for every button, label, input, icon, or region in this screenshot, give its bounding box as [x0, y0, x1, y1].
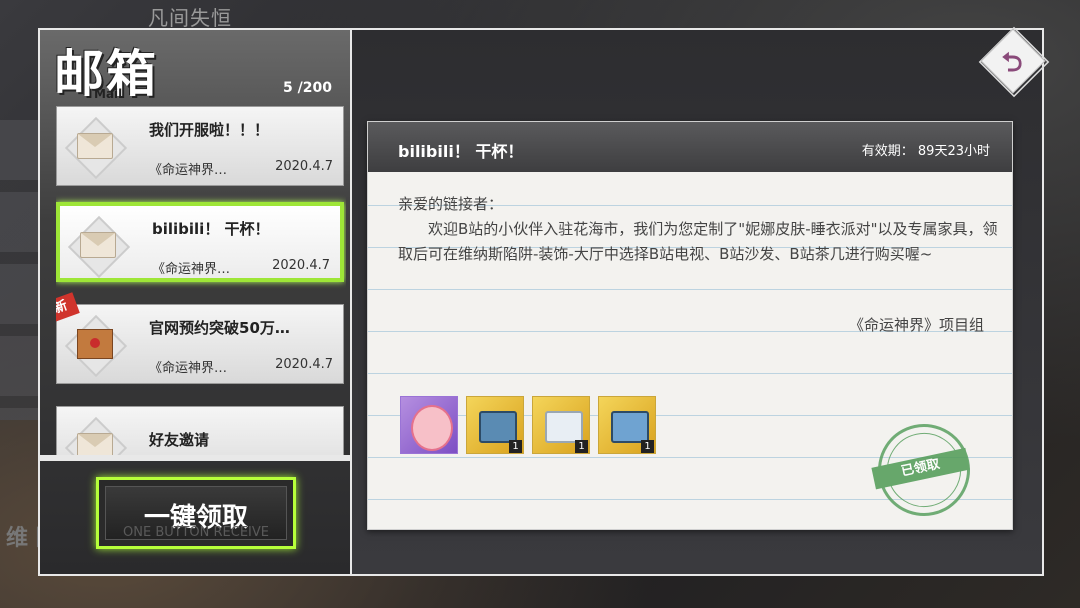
envelope-shape	[80, 232, 116, 258]
letter-validity: 有效期： 89天23小时	[862, 140, 990, 159]
receive-all-button[interactable]: 一键领取 ONE BUTTON RECEIVE	[96, 477, 296, 549]
letter-body: 亲爱的链接者： 欢迎B站的小伙伴入驻花海市，我们为您定制了"妮娜皮肤-睡衣派对"…	[398, 192, 998, 267]
mail-subject: bilibili！ 干杯！	[152, 220, 270, 238]
validity-value: 89天23小时	[917, 144, 990, 159]
background-sidebar-strip	[0, 120, 40, 420]
mail-letter: bilibili！ 干杯！ 有效期： 89天23小时 亲爱的链接者： 欢迎B站的…	[367, 121, 1013, 530]
gift-box-icon	[64, 314, 128, 378]
mail-item-preregistration[interactable]: 新 官网预约突破50万… 《命运神界… 2020.4.7	[56, 292, 344, 384]
mail-subject: 官网预约突破50万…	[149, 319, 290, 337]
furniture-table-icon	[611, 411, 649, 443]
mail-sender: 《命运神界…	[149, 361, 228, 376]
claimed-stamp: 已领取	[869, 415, 979, 525]
reward-count: 1	[575, 440, 588, 453]
back-button[interactable]: ⮌	[978, 26, 1050, 98]
reward-item-table[interactable]: 1	[598, 396, 656, 454]
background-title: 凡间失恒	[148, 6, 232, 30]
reward-count: 1	[641, 440, 654, 453]
mail-subject: 我们开服啦！！！	[149, 121, 270, 139]
reward-item-tv[interactable]: 1	[466, 396, 524, 454]
mail-item-bilibili[interactable]: bilibili！ 干杯！ 《命运神界… 2020.4.7	[56, 202, 344, 282]
list-divider	[40, 455, 350, 461]
letter-title: bilibili！ 干杯！	[398, 142, 524, 161]
envelope-shape	[77, 133, 113, 159]
mail-sender: 《命运神界…	[149, 163, 228, 178]
mail-item-opening[interactable]: 我们开服啦！！！ 《命运神界… 2020.4.7	[56, 106, 344, 186]
mail-date: 2020.4.7	[275, 159, 333, 174]
envelope-icon	[64, 116, 128, 180]
mail-subject: 好友邀请	[149, 431, 210, 449]
reward-count: 1	[509, 440, 522, 453]
mail-sender: 《命运神界…	[152, 262, 231, 277]
mail-list[interactable]: 我们开服啦！！！ 《命运神界… 2020.4.7 bilibili！ 干杯！ 《…	[56, 106, 346, 456]
envelope-icon	[64, 416, 128, 456]
mail-count: 5 /200	[283, 80, 332, 96]
mail-date: 2020.4.7	[272, 258, 330, 273]
back-arrow-icon: ⮌	[1001, 48, 1023, 78]
mail-list-panel: 邮箱 Mail 5 /200 我们开服啦！！！ 《命运神界… 2020.4.7	[40, 30, 352, 574]
receive-all-inner: 一键领取 ONE BUTTON RECEIVE	[105, 486, 287, 540]
letter-content: 欢迎B站的小伙伴入驻花海市，我们为您定制了"妮娜皮肤-睡衣派对"以及专属家具，领…	[398, 220, 998, 263]
furniture-tv-icon	[479, 411, 517, 443]
furniture-sofa-icon	[545, 411, 583, 443]
letter-header: bilibili！ 干杯！ 有效期： 89天23小时	[368, 122, 1012, 172]
letter-signature: 《命运神界》项目组	[848, 316, 984, 334]
character-skin-icon	[411, 405, 453, 451]
mailbox-subtitle: Mail	[94, 87, 123, 101]
reward-item-sofa[interactable]: 1	[532, 396, 590, 454]
mail-date: 2020.4.7	[275, 357, 333, 372]
reward-item-skin[interactable]	[400, 396, 458, 454]
envelope-shape	[77, 433, 113, 456]
receive-all-sublabel: ONE BUTTON RECEIVE	[123, 525, 269, 540]
mail-item-friend-invite[interactable]: 好友邀请	[56, 406, 344, 456]
envelope-icon	[67, 215, 131, 279]
box-shape	[77, 329, 113, 359]
letter-greeting: 亲爱的链接者：	[398, 195, 504, 213]
validity-label: 有效期：	[861, 144, 914, 159]
